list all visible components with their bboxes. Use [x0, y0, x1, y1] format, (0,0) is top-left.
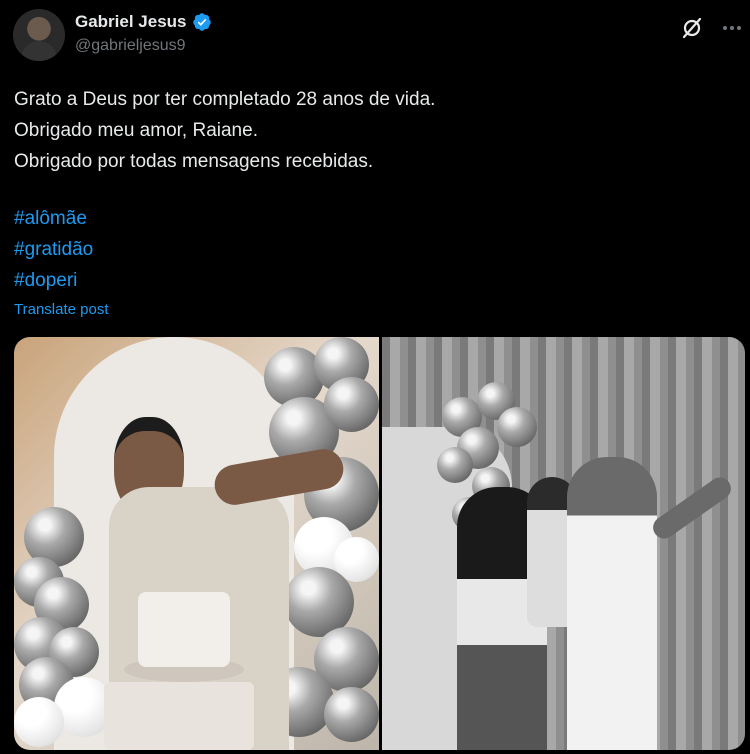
author-handle[interactable]: @gabrieljesus9 — [75, 37, 186, 55]
hashtag-link[interactable]: #gratidão — [14, 234, 93, 265]
more-dot — [723, 26, 727, 30]
hashtag-list: #alômãe #gratidão #doperi — [14, 203, 93, 296]
balloon — [497, 407, 537, 447]
author-name[interactable]: Gabriel Jesus — [75, 12, 187, 32]
translate-post-link[interactable]: Translate post — [14, 301, 109, 318]
hashtag-link[interactable]: #doperi — [14, 265, 93, 296]
person-man — [567, 457, 657, 750]
tweet-text: Grato a Deus por ter completado 28 anos … — [14, 89, 436, 172]
photo-family[interactable] — [382, 337, 745, 750]
photo-birthday-cake[interactable] — [14, 337, 379, 750]
balloon — [324, 377, 379, 432]
more-dot — [730, 26, 734, 30]
author-name-row[interactable]: Gabriel Jesus — [75, 12, 212, 32]
more-options-icon[interactable] — [720, 16, 744, 40]
cake-pedestal — [104, 682, 254, 750]
balloon — [437, 447, 473, 483]
verified-badge-icon — [192, 13, 211, 31]
avatar[interactable] — [13, 9, 65, 61]
grok-icon[interactable] — [680, 16, 704, 40]
media-grid — [14, 337, 745, 750]
balloon — [14, 697, 64, 747]
balloon — [324, 687, 379, 742]
avatar-figure — [21, 41, 57, 61]
hashtag-link[interactable]: #alômãe — [14, 203, 93, 234]
more-dot — [737, 26, 741, 30]
cake — [138, 592, 230, 667]
